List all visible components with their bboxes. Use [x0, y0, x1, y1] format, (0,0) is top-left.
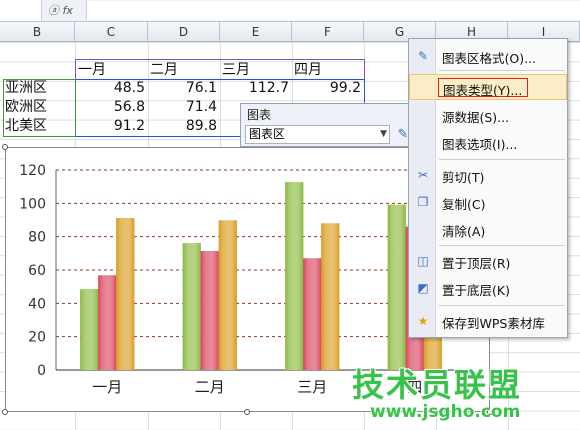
function-wizard-icon[interactable]: ⓐ [48, 4, 59, 17]
x-tick-label: 三月 [297, 378, 327, 396]
name-box[interactable] [0, 0, 42, 21]
cell-na-jan[interactable]: 91.2 [75, 117, 145, 136]
cell-europe-feb[interactable]: 71.4 [148, 98, 217, 117]
menu-item-format-chart-area[interactable]: ✎ 图表区格式(O)... [409, 43, 567, 69]
column-header-d[interactable]: D [148, 22, 220, 42]
x-tick-label: 二月 [195, 378, 225, 396]
chart-element-selected: 图表区 [249, 127, 286, 141]
column-header-f[interactable]: F [292, 22, 364, 42]
chart-bar-shade [387, 204, 406, 370]
y-tick-label: 60 [28, 263, 46, 279]
formula-input[interactable] [86, 1, 580, 20]
menu-item-label: 置于顶层(R) [442, 256, 511, 271]
star-icon: ★ [417, 314, 429, 328]
cell-asia-feb[interactable]: 76.1 [148, 79, 217, 98]
row-label-north-america[interactable]: 北美区 [5, 117, 47, 136]
chart-bar-shade [116, 218, 135, 370]
menu-item-label: 图表区格式(O)... [442, 51, 537, 66]
context-menu: ✎ 图表区格式(O)... 图表类型(Y)... 源数据(S)... 图表选项(… [408, 38, 568, 338]
chart-bar-shade [200, 251, 219, 370]
watermark: 技术员联盟 www.jsgho.com [352, 360, 562, 430]
menu-item-label: 清除(A) [442, 224, 486, 239]
watermark-url: www.jsgho.com [370, 402, 521, 422]
y-tick-label: 80 [28, 230, 46, 246]
cell-asia-mar[interactable]: 112.7 [220, 79, 289, 98]
menu-item-save-to-wps-library[interactable]: ★ 保存到WPS素材库 [409, 308, 567, 334]
table-header-jan[interactable]: 一月 [78, 61, 106, 80]
column-header-b[interactable]: B [0, 22, 75, 42]
chevron-down-icon[interactable]: ▼ [380, 126, 387, 143]
menu-item-source-data[interactable]: 源数据(S)... [409, 102, 567, 128]
menu-item-label: 源数据(S)... [442, 110, 510, 125]
table-header-mar[interactable]: 三月 [222, 61, 250, 80]
y-tick-label: 40 [28, 296, 46, 312]
formula-icons: ⓐ fx [48, 2, 73, 18]
chart-toolbar: 图表 图表区 ▼ ✎ [240, 103, 418, 147]
cell-europe-jan[interactable]: 56.8 [75, 98, 145, 117]
formula-bar: ⓐ fx [0, 0, 580, 22]
y-tick-label: 100 [19, 196, 46, 212]
menu-item-label: 图表选项(I)... [442, 137, 518, 152]
y-tick-label: 0 [37, 363, 46, 379]
menu-item-clear[interactable]: 清除(A) [409, 216, 567, 242]
column-header-c[interactable]: C [75, 22, 148, 42]
fx-icon[interactable]: fx [63, 4, 73, 17]
scissors-icon: ✂ [417, 168, 429, 182]
chart-bar-shade [98, 275, 117, 370]
resize-handle[interactable] [2, 144, 8, 150]
cell-na-feb[interactable]: 89.8 [148, 117, 217, 136]
menu-item-label: 剪切(T) [442, 170, 485, 185]
table-header-feb[interactable]: 二月 [150, 61, 178, 80]
chart-toolbar-title: 图表 [247, 108, 272, 122]
row-label-asia[interactable]: 亚洲区 [5, 79, 47, 98]
menu-item-chart-options[interactable]: 图表选项(I)... [409, 129, 567, 155]
menu-item-label: 复制(C) [442, 197, 486, 212]
chart-bar-shade [285, 182, 304, 370]
chart-bar-shade [80, 289, 99, 370]
resize-handle[interactable] [2, 409, 8, 415]
chart-bar-shade [303, 258, 322, 370]
menu-item-bring-to-front[interactable]: ◫ 置于顶层(R) [409, 248, 567, 274]
chart-bar-shade [321, 223, 340, 370]
menu-item-send-to-back[interactable]: ◩ 置于底层(K) [409, 275, 567, 301]
menu-item-cut[interactable]: ✂ 剪切(T) [409, 162, 567, 188]
cell-asia-apr[interactable]: 99.2 [292, 79, 361, 98]
resize-handle[interactable] [244, 409, 250, 415]
menu-item-copy[interactable]: ❐ 复制(C) [409, 189, 567, 215]
y-tick-label: 120 [19, 163, 46, 179]
copy-icon: ❐ [417, 195, 429, 209]
menu-item-chart-type[interactable]: 图表类型(Y)... [409, 74, 567, 100]
cell-asia-jan[interactable]: 48.5 [75, 79, 145, 98]
bring-front-icon: ◫ [417, 254, 429, 268]
y-tick-label: 20 [28, 330, 46, 346]
watermark-title: 技术员联盟 [352, 366, 523, 404]
chart-bar-shade [218, 220, 237, 370]
column-header-e[interactable]: E [220, 22, 292, 42]
send-back-icon: ◩ [417, 281, 429, 295]
menu-item-label: 图表类型(Y)... [443, 83, 523, 98]
menu-item-label: 置于底层(K) [442, 283, 510, 298]
chart-element-select[interactable]: 图表区 ▼ [245, 125, 390, 144]
table-header-apr[interactable]: 四月 [294, 61, 322, 80]
row-label-europe[interactable]: 欧洲区 [5, 98, 47, 117]
chart-bar-shade [182, 243, 201, 370]
format-icon: ✎ [417, 49, 429, 63]
x-tick-label: 一月 [92, 378, 122, 396]
menu-item-label: 保存到WPS素材库 [442, 316, 545, 331]
